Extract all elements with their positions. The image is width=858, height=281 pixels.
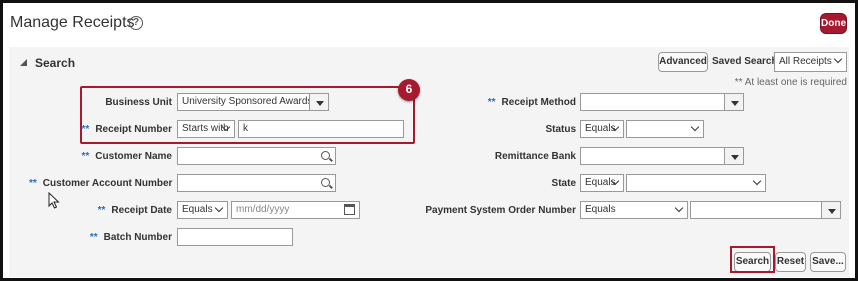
chevron-down-icon <box>214 203 224 213</box>
step-number-badge: 6 <box>398 79 420 101</box>
payment-system-order-number-operator[interactable]: Equals <box>580 201 688 219</box>
search-button-highlight <box>730 246 775 273</box>
search-panel: Search Advanced Saved Search All Receipt… <box>9 47 849 277</box>
mouse-pointer-icon <box>48 192 60 209</box>
batch-number-label-text: Batch Number <box>103 232 172 243</box>
state-operator-value: Equals <box>585 177 616 188</box>
status-operator-value: Equals <box>585 123 616 134</box>
receipt-method-label: ** Receipt Method <box>429 97 576 108</box>
reset-button[interactable]: Reset <box>775 252 806 272</box>
required-note: ** At least one is required <box>734 77 847 88</box>
remittance-bank-select[interactable] <box>580 147 744 165</box>
receipt-date-operator-value: Equals <box>182 204 213 215</box>
help-icon[interactable]: ? <box>129 16 143 30</box>
done-button[interactable]: Done <box>820 13 847 34</box>
chevron-down-icon <box>690 122 700 132</box>
status-label: Status <box>545 124 576 135</box>
receipt-method-label-text: Receipt Method <box>501 97 576 108</box>
status-select[interactable] <box>626 120 704 138</box>
saved-search-label: Saved Search <box>712 56 778 67</box>
advanced-button[interactable]: Advanced <box>658 52 708 72</box>
search-section-label: Search <box>35 56 76 70</box>
saved-search-select[interactable]: All Receipts <box>774 52 847 72</box>
step-callout-box <box>80 86 415 144</box>
search-section-title[interactable]: Search <box>19 56 75 70</box>
customer-name-label: ** Customer Name <box>29 151 173 162</box>
chevron-down-icon <box>833 54 843 64</box>
calendar-icon[interactable] <box>344 204 355 215</box>
remittance-bank-label: Remittance Bank <box>494 151 576 162</box>
chevron-down-icon <box>674 203 684 213</box>
payment-system-order-number-operator-value: Equals <box>585 204 616 215</box>
page-title: Manage Receipts <box>10 14 135 31</box>
customer-account-number-label-text: Customer Account Number <box>42 178 173 189</box>
saved-search-value: All Receipts <box>779 56 832 67</box>
customer-name-input[interactable] <box>177 147 336 165</box>
search-icon[interactable] <box>321 178 330 187</box>
required-marker: ** <box>81 151 90 162</box>
batch-number-input[interactable] <box>177 228 293 246</box>
receipt-date-placeholder: mm/dd/yyyy <box>236 204 290 215</box>
receipt-method-select[interactable] <box>580 93 744 111</box>
page-header: Manage Receipts ? Done <box>8 12 849 38</box>
required-marker: ** <box>487 97 496 108</box>
customer-name-label-text: Customer Name <box>95 151 172 162</box>
batch-number-label: ** Batch Number <box>29 232 172 243</box>
payment-system-order-number-label: Payment System Order Number <box>425 205 576 216</box>
state-operator[interactable]: Equals <box>580 174 624 192</box>
receipt-date-label-text: Receipt Date <box>111 205 172 216</box>
page-frame: Manage Receipts ? Done Search Advanced S… <box>0 0 858 281</box>
required-marker: ** <box>97 205 106 216</box>
customer-account-number-input[interactable] <box>177 174 336 192</box>
payment-system-order-number-select[interactable] <box>690 201 841 219</box>
receipt-date-input[interactable]: mm/dd/yyyy <box>231 201 360 219</box>
required-marker: ** <box>29 178 37 189</box>
dropdown-arrow-icon[interactable] <box>724 94 743 110</box>
required-marker: ** <box>89 232 98 243</box>
state-label: State <box>551 178 576 189</box>
state-select[interactable] <box>626 174 766 192</box>
dropdown-arrow-icon[interactable] <box>821 202 840 218</box>
search-icon[interactable] <box>321 151 330 160</box>
receipt-date-operator[interactable]: Equals <box>177 201 228 219</box>
save-button[interactable]: Save... <box>810 252 846 272</box>
dropdown-arrow-icon[interactable] <box>724 148 743 164</box>
customer-account-number-label: ** Customer Account Number <box>29 178 172 189</box>
status-operator[interactable]: Equals <box>580 120 624 138</box>
chevron-down-icon <box>752 176 762 186</box>
